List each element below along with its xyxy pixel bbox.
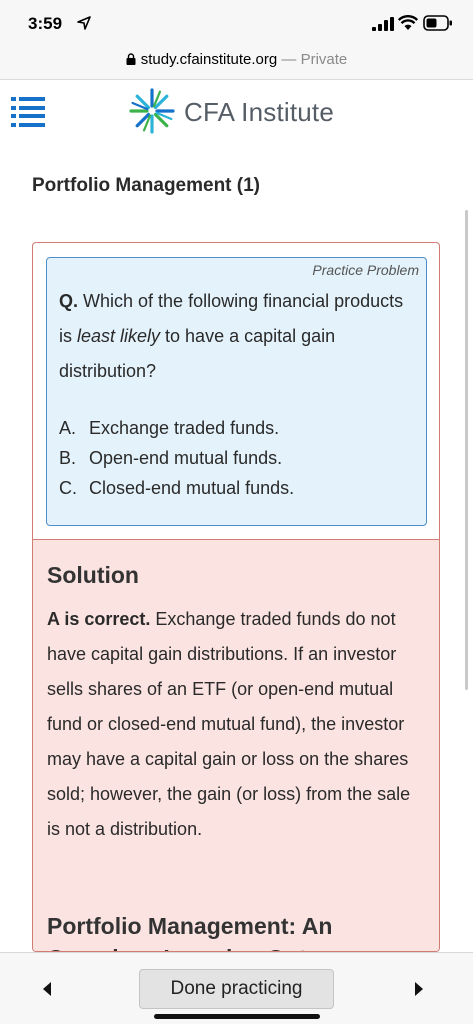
logo-text: CFA Institute: [184, 97, 335, 127]
location-arrow-icon: [77, 16, 91, 30]
practice-problem-label: Practice Problem: [312, 262, 419, 278]
lock-icon: [126, 53, 136, 65]
question-prefix: Q.: [59, 291, 79, 311]
private-mode-label: Private: [300, 51, 348, 68]
option-letter: C.: [59, 478, 77, 498]
option-a[interactable]: A. Exchange traded funds.: [59, 413, 419, 443]
question-box: Practice Problem Q. Which of the followi…: [46, 257, 427, 526]
scrollbar[interactable]: [465, 210, 468, 690]
next-arrow-icon[interactable]: [415, 982, 423, 996]
question-text: Q. Which of the following financial prod…: [59, 284, 419, 389]
url-domain: study.cfainstitute.org: [140, 51, 278, 68]
option-text: Open-end mutual funds.: [89, 448, 283, 468]
option-text: Exchange traded funds.: [89, 418, 280, 438]
option-b[interactable]: B. Open-end mutual funds.: [59, 443, 419, 473]
home-indicator[interactable]: [154, 1014, 320, 1019]
answer-options: A. Exchange traded funds. B. Open-end mutu…: [59, 413, 419, 503]
url-display[interactable]: study.cfainstitute.org — Private: [0, 51, 473, 68]
address-bar[interactable]: study.cfainstitute.org — Private: [0, 44, 473, 80]
question-emphasis: least likely: [77, 326, 161, 346]
previous-arrow-icon[interactable]: [43, 982, 51, 996]
correct-answer-label: A is correct.: [47, 609, 151, 629]
status-bar: 3:59: [0, 0, 473, 44]
solution-text: A is correct. Exchange traded funds do n…: [47, 602, 427, 847]
done-practicing-button[interactable]: Done practicing: [139, 969, 334, 1009]
option-letter: B.: [59, 448, 77, 468]
url-separator: —: [281, 51, 297, 68]
problem-card: Practice Problem Q. Which of the followi…: [32, 242, 440, 952]
cfa-logo-icon: [129, 88, 175, 134]
bottom-toolbar: Done practicing: [0, 952, 473, 1024]
solution-heading: Solution: [47, 562, 139, 588]
page-title: Portfolio Management (1): [32, 175, 261, 196]
solution-panel: Solution A is correct. Exchange traded f…: [33, 539, 439, 951]
status-time: 3:59: [28, 14, 63, 33]
hamburger-menu-icon[interactable]: [11, 97, 45, 127]
battery-icon: [423, 15, 452, 31]
wifi-icon: [398, 15, 418, 30]
option-text: Closed-end mutual funds.: [89, 478, 295, 498]
option-letter: A.: [59, 418, 77, 438]
option-c[interactable]: C. Closed-end mutual funds.: [59, 473, 419, 503]
solution-body: Exchange traded funds do not have capita…: [47, 609, 411, 839]
next-section-heading: Portfolio Management: An Overview: Learn…: [47, 913, 379, 951]
cellular-signal-icon: [372, 17, 394, 31]
